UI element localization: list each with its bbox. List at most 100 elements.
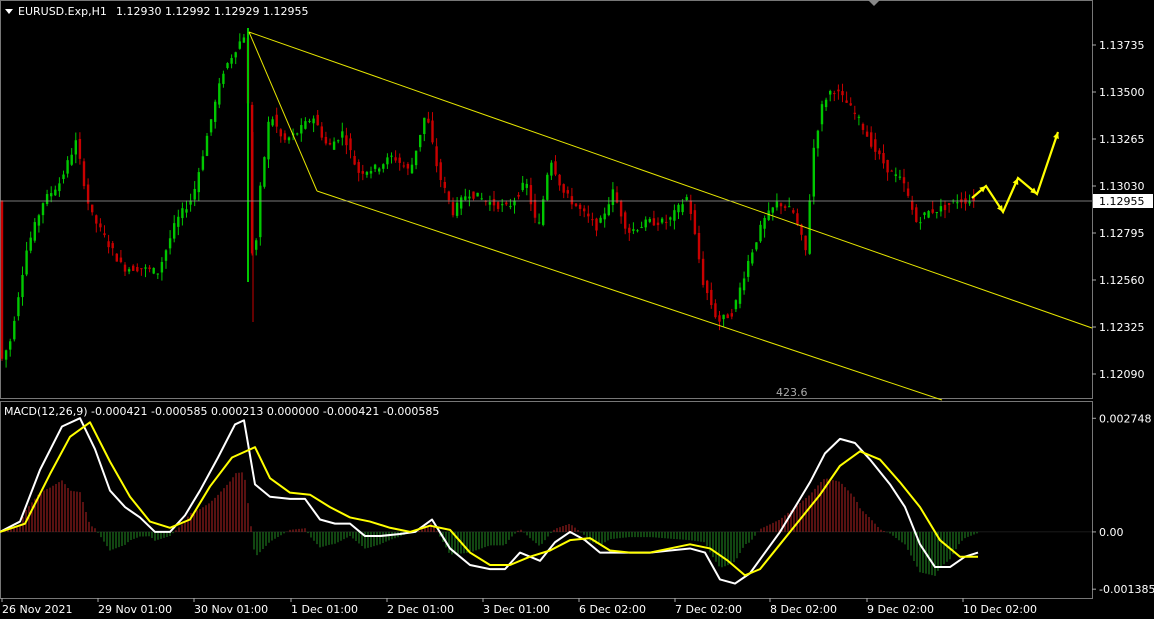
candle-body: [218, 83, 221, 105]
candle-body: [968, 201, 971, 204]
candle-body: [480, 198, 483, 200]
candle-body: [226, 63, 229, 69]
candle-body: [267, 121, 270, 160]
price-tick-label: 1.13265: [1099, 133, 1145, 146]
candle-body: [591, 219, 594, 221]
candle-body: [472, 191, 475, 199]
candle-body: [390, 155, 393, 157]
candle-body: [734, 300, 738, 310]
candle-body: [353, 155, 356, 165]
time-tick-label: 3 Dec 01:00: [483, 603, 550, 616]
candle-body: [33, 222, 36, 241]
candle-body: [214, 101, 217, 122]
symbol-title: EURUSD.Exp,H1: [18, 5, 107, 18]
candle-body: [812, 147, 815, 197]
macd-title: MACD(12,26,9) -0.000421 -0.000585 0.0002…: [4, 405, 439, 418]
candle-body: [570, 196, 574, 205]
candle-body: [718, 315, 721, 322]
candle-body: [788, 206, 791, 208]
candle-body: [542, 199, 545, 225]
candle-body: [919, 222, 922, 224]
candle-body: [419, 135, 422, 148]
candle-body: [882, 152, 885, 164]
candle-body: [123, 264, 127, 272]
candle-body: [648, 219, 651, 222]
candle-body: [751, 252, 754, 264]
candle-body: [205, 135, 209, 156]
candle-body: [603, 213, 606, 220]
candle-body: [177, 216, 180, 227]
candle-body: [792, 210, 795, 213]
candle-body: [300, 125, 303, 134]
candle-body: [156, 273, 159, 275]
candle-body: [455, 202, 459, 216]
candle-body: [628, 227, 631, 233]
candle-body: [656, 222, 660, 226]
candle-body: [943, 204, 947, 211]
candle-body: [337, 140, 340, 142]
candle-body: [578, 204, 582, 209]
candle-body: [410, 164, 414, 174]
candle-body: [857, 116, 861, 118]
macd-tick-label: 0.00: [1099, 526, 1124, 539]
candle-body: [636, 230, 639, 232]
candle-body: [91, 204, 94, 213]
candle-body: [439, 162, 442, 181]
candle-body: [927, 211, 930, 218]
price-chart-canvas[interactable]: 1.12955 1.12090 1.12325 1.12560 1.12795 1.13…: [0, 0, 1154, 619]
candle-body: [4, 350, 8, 360]
candle-body: [599, 217, 602, 223]
time-tick-label: 6 Dec 02:00: [579, 603, 646, 616]
candle-body: [423, 117, 426, 135]
candle-body: [537, 222, 541, 224]
candle-body: [115, 253, 118, 262]
candle-body: [308, 120, 311, 122]
candle-body: [947, 203, 951, 206]
candle-body: [13, 320, 16, 340]
candle-body: [345, 135, 348, 146]
price-tick-label: 1.13500: [1099, 86, 1145, 99]
candle-body: [890, 170, 893, 172]
candle-body: [525, 183, 528, 188]
candle-body: [287, 137, 291, 141]
candle-body: [17, 297, 20, 317]
candle-body: [796, 213, 799, 225]
candle-body: [62, 174, 65, 180]
candle-body: [45, 194, 49, 205]
candle-body: [710, 289, 713, 306]
candle-body: [755, 242, 758, 250]
candle-body: [263, 157, 266, 187]
candle-body: [304, 121, 307, 129]
candle-body: [669, 217, 672, 220]
candle-body: [816, 130, 820, 149]
candle-body: [730, 313, 733, 317]
candle-body: [660, 218, 664, 223]
candle-body: [160, 262, 164, 273]
time-tick-label: 10 Dec 02:00: [963, 603, 1037, 616]
candle-body: [29, 237, 32, 251]
candle-body: [197, 172, 200, 193]
candle-body: [861, 123, 865, 130]
candle-body: [74, 140, 77, 155]
candle-body: [574, 203, 578, 207]
candle-body: [144, 267, 147, 269]
candle-body: [779, 203, 783, 207]
candle-body: [234, 52, 237, 58]
candle-body: [956, 202, 959, 204]
candle-body: [554, 161, 557, 175]
candle-body: [501, 204, 504, 206]
candle-body: [25, 250, 28, 275]
candle-body: [607, 204, 610, 216]
candle-body: [365, 172, 369, 175]
candle-body: [148, 267, 151, 270]
candle-body: [373, 164, 377, 169]
current-price-label: 1.12955: [1099, 195, 1145, 208]
candle-body: [509, 206, 512, 208]
candle-body: [681, 204, 684, 213]
candle-body: [546, 174, 549, 200]
candle-body: [58, 183, 61, 192]
candle-body: [369, 171, 373, 174]
candle-body: [0, 201, 4, 359]
candle-body: [451, 202, 455, 216]
price-tick-label: 1.12795: [1099, 227, 1145, 240]
